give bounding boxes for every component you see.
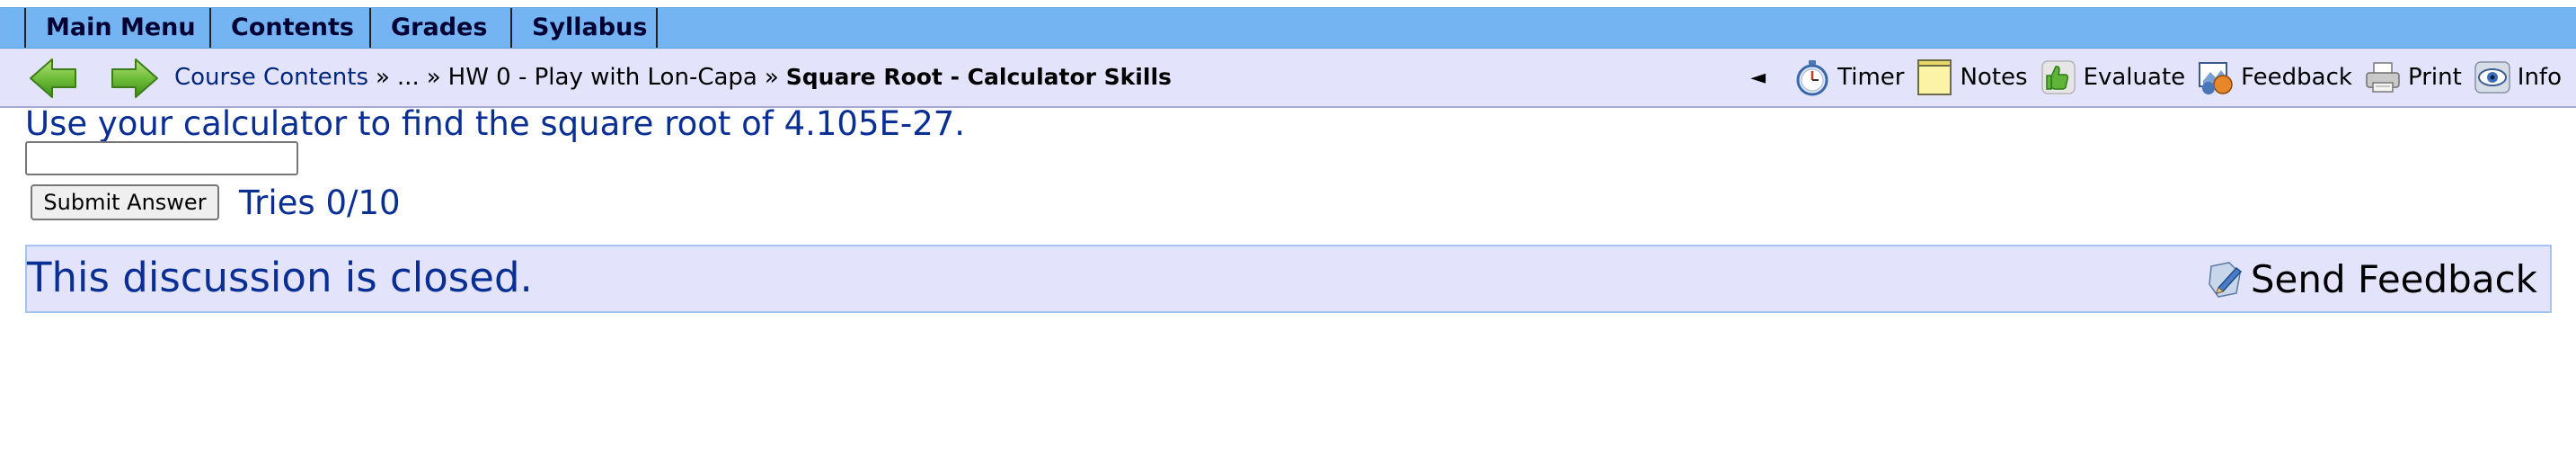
stopwatch-icon xyxy=(1796,60,1828,96)
feedback-icon xyxy=(2199,62,2233,94)
right-arrow-icon[interactable] xyxy=(109,56,159,101)
breadcrumb-separator: » xyxy=(426,64,441,91)
eye-icon xyxy=(2474,61,2510,94)
notes-tool[interactable]: Notes xyxy=(1915,58,2028,97)
tool-label: Evaluate xyxy=(2083,64,2186,91)
menu-item-syllabus[interactable]: Syllabus xyxy=(512,8,658,48)
tool-label: Timer xyxy=(1837,64,1905,91)
menu-item-contents[interactable]: Contents xyxy=(211,8,371,48)
send-feedback-button[interactable]: Send Feedback xyxy=(2206,255,2537,302)
thumbs-up-icon xyxy=(2040,60,2076,94)
breadcrumb-folder[interactable]: HW 0 - Play with Lon-Capa xyxy=(448,64,757,91)
menu-item-grades[interactable]: Grades xyxy=(371,8,512,48)
submit-answer-button[interactable]: Submit Answer xyxy=(31,184,219,220)
menu-item-main-menu[interactable]: Main Menu xyxy=(24,8,211,48)
notepad-icon xyxy=(1917,59,1952,95)
discussion-box: This discussion is closed. Send Feedback xyxy=(25,245,2552,313)
breadcrumb-current-page: Square Root - Calculator Skills xyxy=(785,64,1172,90)
timer-tool[interactable]: Timer xyxy=(1793,58,1904,97)
info-tool[interactable]: Info xyxy=(2473,58,2562,97)
discussion-closed-text: This discussion is closed. xyxy=(27,254,533,301)
printer-icon xyxy=(2366,62,2400,93)
collapse-tools-icon[interactable]: ◄ xyxy=(1750,67,1766,89)
send-feedback-label: Send Feedback xyxy=(2250,256,2537,301)
pencil-feedback-icon xyxy=(2209,262,2242,298)
tools-bar: ◄ Timer Notes Evaluate Feedback Print In… xyxy=(1750,49,2562,106)
tries-counter: Tries 0/10 xyxy=(239,183,401,222)
tool-label: Print xyxy=(2407,64,2462,91)
left-arrow-icon[interactable] xyxy=(29,56,79,101)
breadcrumb: Course Contents »... » HW 0 - Play with Lon… xyxy=(174,49,1172,106)
tool-label: Feedback xyxy=(2241,64,2352,91)
breadcrumb-separator: » xyxy=(764,64,779,91)
tool-label: Notes xyxy=(1960,64,2028,91)
main-menu-bar: Main Menu Contents Grades Syllabus xyxy=(0,7,2576,49)
print-tool[interactable]: Print xyxy=(2363,58,2462,97)
answer-input[interactable] xyxy=(25,141,298,175)
tool-label: Info xyxy=(2517,64,2562,91)
breadcrumb-separator: » xyxy=(376,64,390,91)
navigation-bar: Course Contents »... » HW 0 - Play with Lon… xyxy=(0,49,2576,108)
evaluate-tool[interactable]: Evaluate xyxy=(2039,58,2186,97)
feedback-tool[interactable]: Feedback xyxy=(2196,58,2352,97)
breadcrumb-course-contents[interactable]: Course Contents xyxy=(174,64,368,91)
breadcrumb-ellipsis[interactable]: ... xyxy=(397,64,420,91)
problem-question: Use your calculator to find the square r… xyxy=(25,104,966,143)
